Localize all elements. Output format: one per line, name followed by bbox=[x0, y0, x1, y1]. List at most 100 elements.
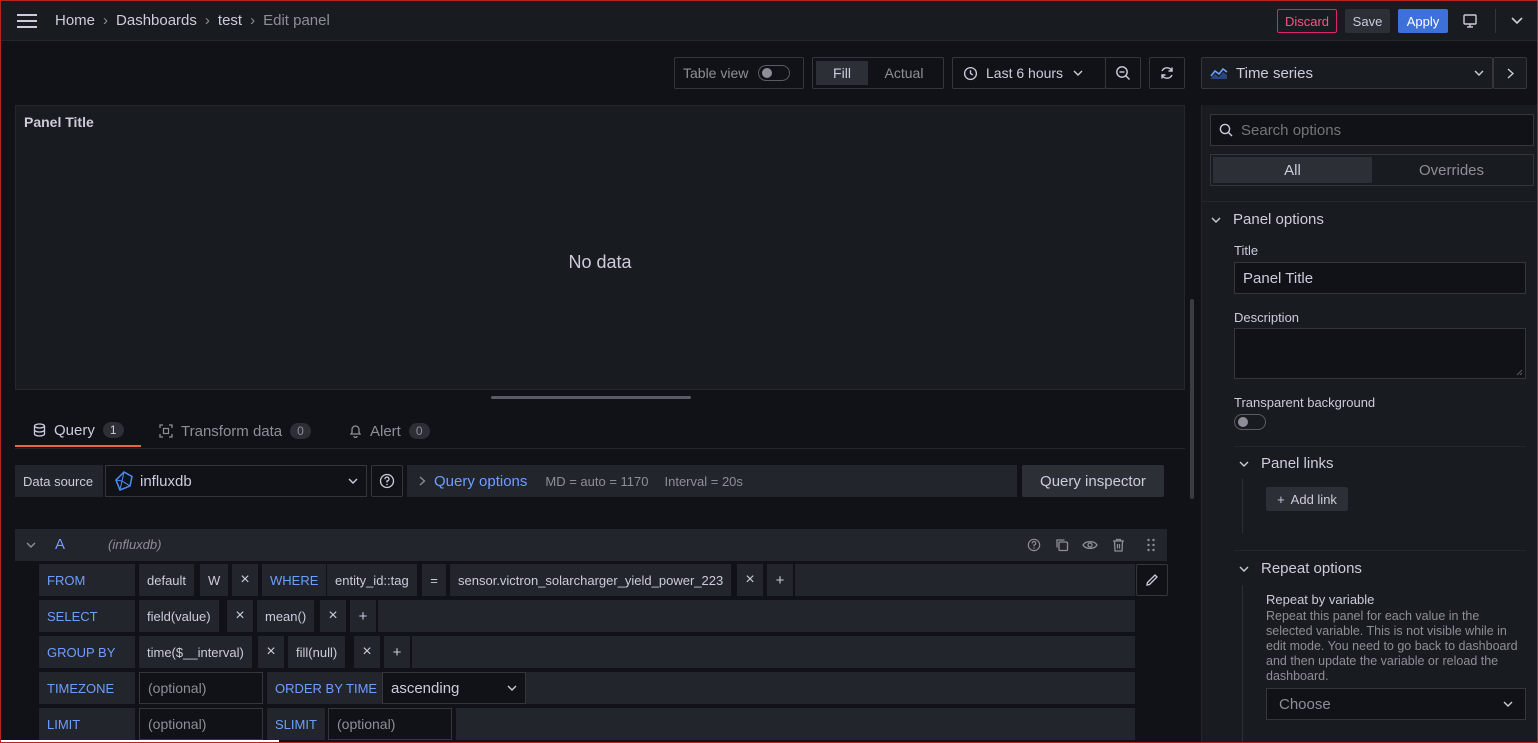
query-row-header bbox=[15, 529, 1167, 561]
remove-function-button[interactable]: × bbox=[320, 600, 346, 632]
repeat-variable-select[interactable]: Choose bbox=[1266, 688, 1526, 720]
select-field-segment[interactable]: field(value) bbox=[139, 600, 219, 632]
no-data-message: No data bbox=[568, 252, 632, 272]
transparent-bg-switch[interactable] bbox=[1234, 414, 1266, 430]
monitor-icon[interactable] bbox=[1459, 11, 1481, 31]
breadcrumb-separator-icon: › bbox=[250, 12, 256, 29]
zoom-out-button[interactable] bbox=[1105, 57, 1141, 89]
remove-field-button[interactable]: × bbox=[227, 600, 253, 632]
search-options-input[interactable] bbox=[1241, 121, 1511, 139]
where-tag-segment[interactable]: entity_id::tag bbox=[327, 564, 417, 596]
help-icon bbox=[379, 473, 395, 489]
query-options-bar[interactable]: Query options MD = auto = 1170 Interval … bbox=[407, 465, 1017, 497]
zoom-out-icon bbox=[1115, 65, 1131, 81]
limit-input[interactable]: (optional) bbox=[139, 708, 263, 740]
fill-option[interactable]: Fill bbox=[816, 61, 868, 85]
panel-title[interactable]: Panel Title bbox=[24, 114, 94, 130]
repeat-choose-placeholder: Choose bbox=[1279, 695, 1331, 713]
query-ref-id[interactable]: A bbox=[55, 536, 65, 553]
apply-button[interactable]: Apply bbox=[1398, 9, 1448, 33]
panel-preview: Panel Title No data bbox=[15, 105, 1185, 390]
drag-handle-icon[interactable] bbox=[1143, 537, 1159, 553]
repeat-by-label: Repeat by variable bbox=[1266, 592, 1375, 607]
repeat-options-header[interactable]: Repeat options bbox=[1239, 560, 1362, 577]
collapse-query-icon[interactable] bbox=[23, 537, 39, 553]
groupby-fill-segment[interactable]: fill(null) bbox=[288, 636, 346, 668]
tab-transform[interactable]: Transform data 0 bbox=[159, 415, 311, 447]
chevron-right-icon bbox=[419, 476, 426, 486]
tab-alert[interactable]: Alert 0 bbox=[349, 415, 430, 447]
save-button[interactable]: Save bbox=[1345, 9, 1390, 33]
delete-query-icon[interactable] bbox=[1109, 537, 1127, 553]
breadcrumb-test[interactable]: test bbox=[218, 12, 242, 29]
visualization-picker[interactable]: Time series bbox=[1201, 57, 1493, 89]
add-link-button[interactable]: + Add link bbox=[1266, 487, 1348, 511]
chevron-down-icon[interactable] bbox=[1507, 11, 1527, 31]
filter-all[interactable]: All bbox=[1213, 157, 1372, 183]
breadcrumb-separator-icon: › bbox=[103, 12, 109, 29]
description-label: Description bbox=[1234, 310, 1300, 325]
limit-keyword: LIMIT bbox=[39, 708, 135, 740]
chevron-down-icon bbox=[1239, 566, 1249, 572]
toggle-visibility-icon[interactable] bbox=[1081, 537, 1099, 553]
query-inspector-button[interactable]: Query inspector bbox=[1022, 465, 1164, 497]
tab-query-count: 1 bbox=[102, 422, 124, 438]
repeat-options-title: Repeat options bbox=[1261, 560, 1362, 577]
tab-query[interactable]: Query 1 bbox=[15, 415, 141, 447]
add-groupby-button[interactable]: + bbox=[384, 636, 410, 668]
actual-option[interactable]: Actual bbox=[868, 61, 940, 85]
time-range-label: Last 6 hours bbox=[986, 65, 1064, 81]
scrollbar[interactable] bbox=[1190, 299, 1194, 499]
datasource-help-button[interactable] bbox=[371, 465, 403, 497]
plus-icon: + bbox=[1277, 491, 1285, 507]
limit-row-filler bbox=[456, 708, 1135, 740]
add-where-button[interactable]: + bbox=[767, 564, 793, 596]
orderby-keyword: ORDER BY TIME bbox=[267, 672, 386, 704]
duplicate-query-icon[interactable] bbox=[1053, 537, 1071, 553]
time-picker[interactable]: Last 6 hours bbox=[952, 57, 1106, 89]
remove-groupby-time-button[interactable]: × bbox=[258, 636, 284, 668]
datasource-picker[interactable]: influxdb bbox=[105, 465, 367, 497]
remove-groupby-fill-button[interactable]: × bbox=[354, 636, 380, 668]
add-select-button[interactable]: + bbox=[350, 600, 376, 632]
orderby-select[interactable]: ascending bbox=[382, 672, 526, 704]
search-options-field[interactable] bbox=[1210, 114, 1534, 146]
toggle-switch[interactable] bbox=[758, 65, 791, 81]
panel-links-header[interactable]: Panel links bbox=[1239, 455, 1334, 472]
max-data-points: MD = auto = 1170 bbox=[545, 473, 649, 489]
toggle-raw-query-button[interactable] bbox=[1136, 564, 1168, 596]
refresh-icon bbox=[1159, 65, 1175, 81]
breadcrumb-dashboards[interactable]: Dashboards bbox=[116, 12, 197, 29]
slimit-input[interactable]: (optional) bbox=[328, 708, 452, 740]
menu-icon[interactable] bbox=[15, 11, 39, 31]
from-policy-segment[interactable]: default bbox=[139, 564, 195, 596]
breadcrumb-separator-icon: › bbox=[204, 12, 210, 29]
groupby-keyword: GROUP BY bbox=[39, 636, 135, 668]
collapse-options-button[interactable] bbox=[1493, 57, 1527, 89]
tab-alert-count: 0 bbox=[408, 423, 430, 439]
timezone-input[interactable]: (optional) bbox=[139, 672, 263, 704]
refresh-button[interactable] bbox=[1149, 57, 1185, 89]
title-input[interactable]: Panel Title bbox=[1234, 262, 1526, 294]
panel-options-header[interactable]: Panel options bbox=[1211, 211, 1324, 228]
pencil-icon bbox=[1145, 573, 1159, 587]
breadcrumb-home[interactable]: Home bbox=[55, 12, 95, 29]
bell-icon bbox=[349, 424, 362, 438]
select-row-filler bbox=[378, 600, 1135, 632]
filter-overrides[interactable]: Overrides bbox=[1372, 157, 1531, 183]
where-operator-segment[interactable]: = bbox=[422, 564, 446, 596]
query-options-label: Query options bbox=[434, 472, 528, 490]
table-view-toggle[interactable]: Table view bbox=[674, 57, 804, 89]
remove-where-button[interactable]: × bbox=[737, 564, 763, 596]
transform-icon bbox=[159, 424, 173, 438]
discard-button[interactable]: Discard bbox=[1277, 9, 1337, 33]
groupby-time-segment[interactable]: time($__interval) bbox=[139, 636, 252, 668]
description-textarea[interactable] bbox=[1234, 328, 1526, 379]
from-measurement-segment[interactable]: W bbox=[200, 564, 229, 596]
slimit-keyword: SLIMIT bbox=[267, 708, 325, 740]
remove-from-button[interactable]: × bbox=[232, 564, 258, 596]
where-value-segment[interactable]: sensor.victron_solarcharger_yield_power_… bbox=[450, 564, 732, 596]
resize-handle[interactable] bbox=[491, 396, 691, 399]
select-function-segment[interactable]: mean() bbox=[257, 600, 315, 632]
query-help-icon[interactable] bbox=[1025, 537, 1043, 553]
